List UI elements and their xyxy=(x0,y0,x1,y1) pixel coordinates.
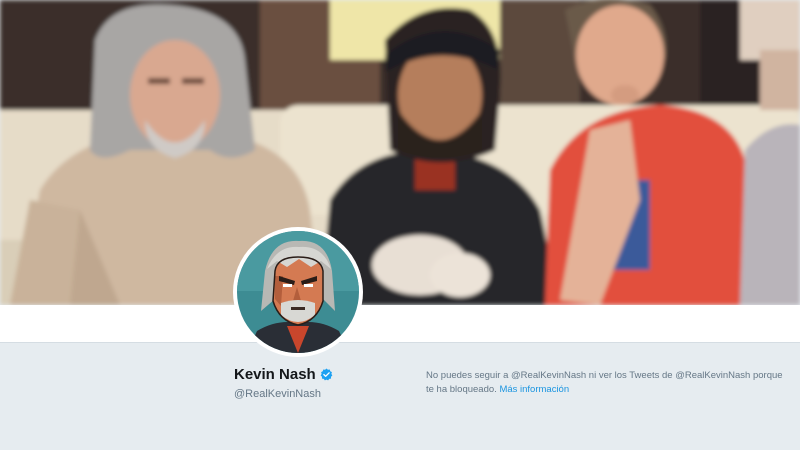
more-info-link[interactable]: Más información xyxy=(499,384,569,395)
blocked-notice-text: No puedes seguir a @RealKevinNash ni ver… xyxy=(426,370,783,395)
blocked-notice: No puedes seguir a @RealKevinNash ni ver… xyxy=(426,369,786,397)
profile-screen-name[interactable]: @RealKevinNash xyxy=(234,388,333,400)
profile-nav-bar xyxy=(0,305,800,343)
avatar-image xyxy=(237,231,359,353)
verified-badge-icon xyxy=(320,368,333,381)
profile-avatar[interactable] xyxy=(233,227,363,357)
profile-display-name[interactable]: Kevin Nash xyxy=(234,366,316,383)
profile-name-block: Kevin Nash @RealKevinNash xyxy=(234,366,333,400)
profile-header-photo[interactable] xyxy=(0,0,800,305)
